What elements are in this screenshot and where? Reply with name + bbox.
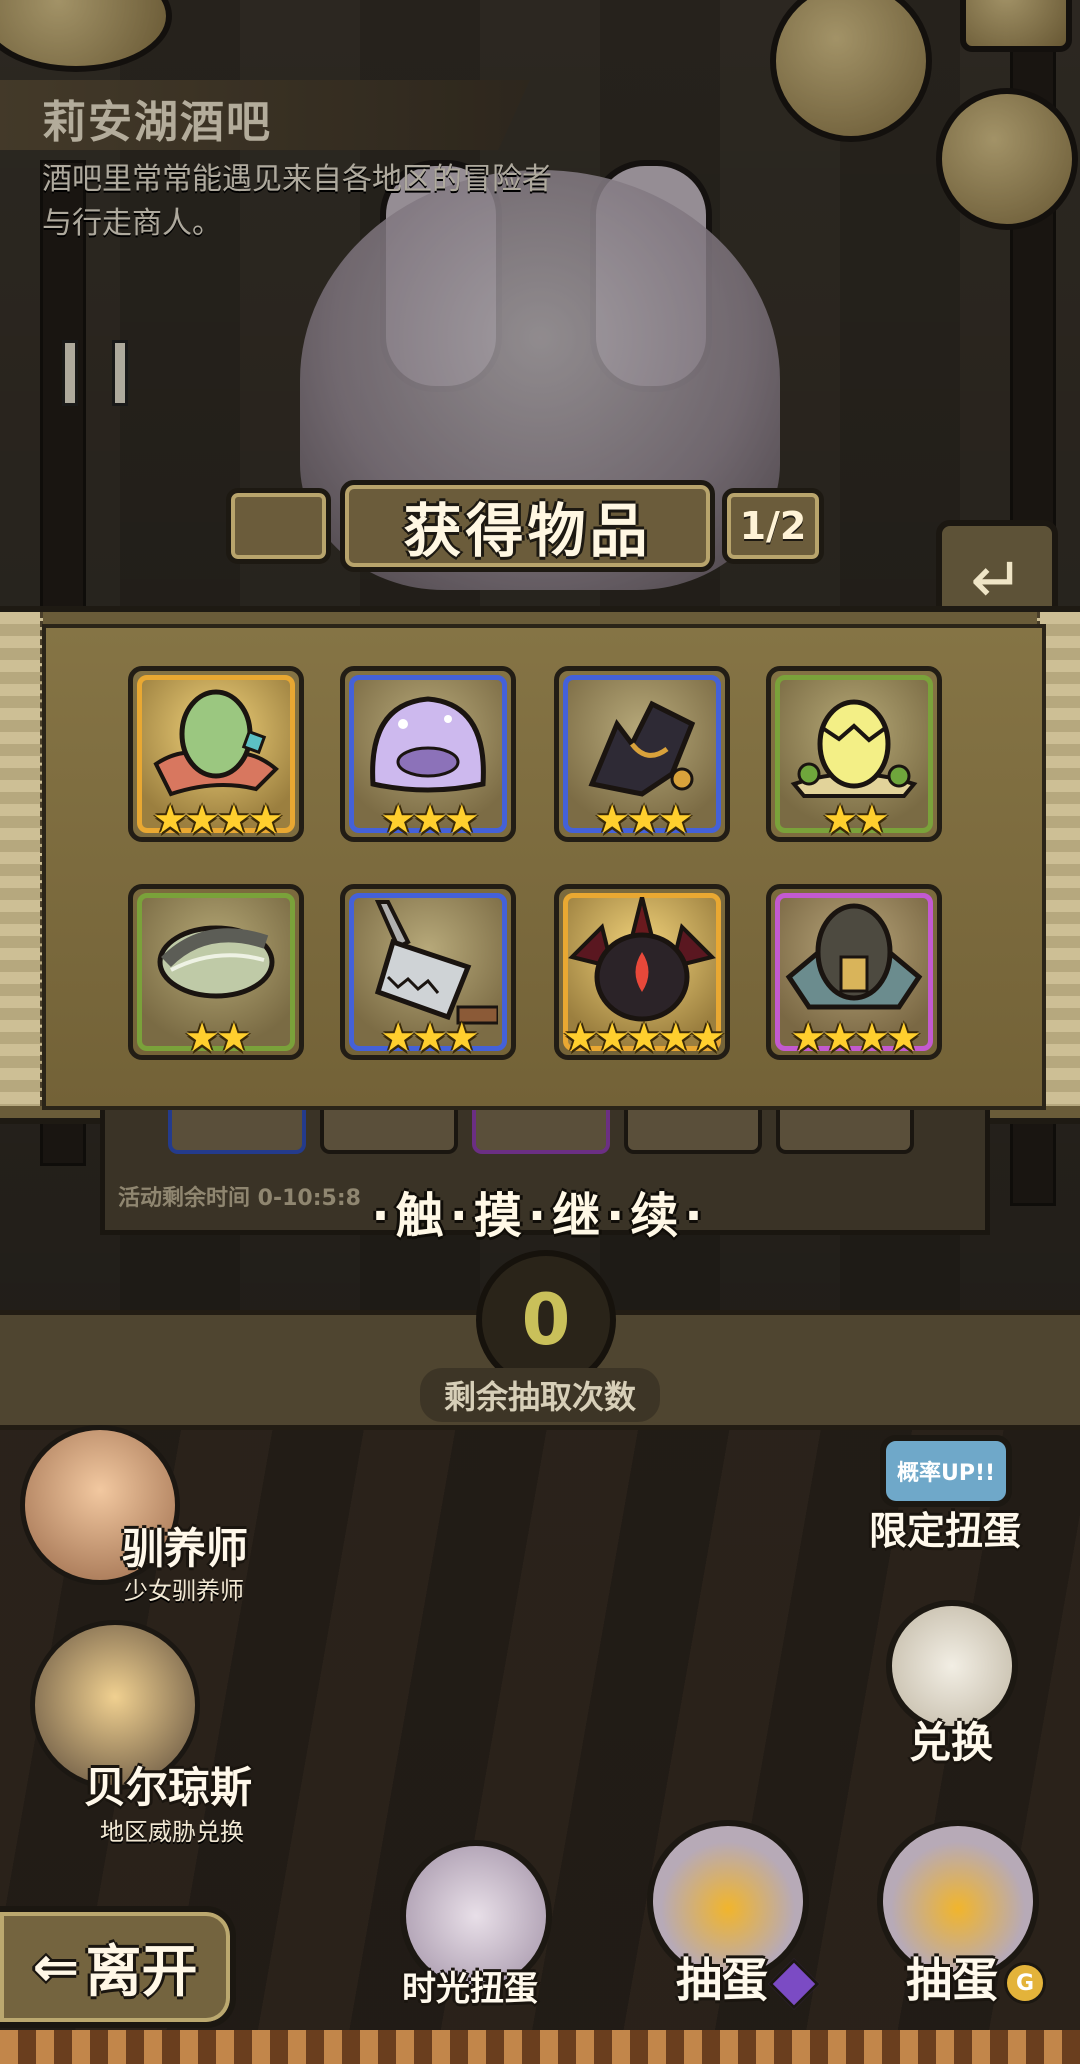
cleaver-icon bbox=[374, 900, 498, 1025]
hatching-egg-icon bbox=[790, 699, 918, 799]
demon-helmet-icon bbox=[568, 897, 716, 1022]
reward-page-indicator: 1/2 bbox=[722, 488, 824, 564]
time-gacha-label: 时光扭蛋 bbox=[402, 1969, 538, 2009]
star-rating: ★★★★ bbox=[790, 1015, 921, 1061]
reward-item-leaf-egg[interactable]: ★★ bbox=[128, 884, 304, 1061]
limited-badge: 概率UP!! bbox=[880, 1435, 1012, 1507]
draw-gold-label: 抽蛋 bbox=[906, 1953, 998, 2007]
pool-cell bbox=[472, 1110, 610, 1154]
panel-left-edge bbox=[0, 612, 43, 1106]
star-rating: ★★★ bbox=[380, 797, 480, 843]
npc-name: 驯养师 bbox=[122, 1524, 249, 1573]
limited-gacha-button[interactable]: 概率UP!! 限定扭蛋 bbox=[840, 1425, 1050, 1555]
leaf-egg-icon bbox=[157, 925, 275, 999]
exchange-label: 兑换 bbox=[908, 1718, 993, 1767]
tap-to-continue[interactable]: ·触·摸·继·续· bbox=[300, 1176, 780, 1246]
draw-gem-button[interactable]: 抽蛋 bbox=[622, 1800, 822, 2010]
star-rating: ★★ bbox=[822, 797, 890, 843]
pool-cell bbox=[624, 1110, 762, 1154]
reward-item-jelly-slime[interactable]: ★★★ bbox=[340, 666, 516, 843]
reward-item-armored-egg[interactable]: ★★★★ bbox=[766, 884, 942, 1061]
reward-item-bat-wing[interactable]: ★★★ bbox=[554, 666, 730, 843]
star-rating: ★★★★★ bbox=[562, 1015, 725, 1061]
pool-cell bbox=[776, 1110, 914, 1154]
jelly-slime-icon bbox=[370, 696, 486, 793]
star-rating: ★★★★ bbox=[152, 797, 283, 843]
npc-name: 贝尔琼斯 bbox=[84, 1763, 253, 1812]
reward-item-demon-helmet[interactable]: ★★★★★ bbox=[554, 884, 730, 1061]
remaining-draws-label: 剩余抽取次数 bbox=[420, 1368, 660, 1422]
draw-gem-label: 抽蛋 bbox=[676, 1953, 768, 2007]
green-egg-icon bbox=[153, 689, 279, 797]
npc-subtitle: 地区威胁兑换 bbox=[100, 1818, 244, 1846]
gem-icon bbox=[768, 1958, 820, 2010]
reward-item-green-egg[interactable]: ★★★★ bbox=[128, 666, 304, 843]
pool-cell bbox=[168, 1110, 306, 1154]
time-gacha-button[interactable]: 时光扭蛋 bbox=[380, 1820, 560, 2010]
npc-bell-jones[interactable]: 贝尔琼斯 地区威胁兑换 bbox=[0, 1620, 260, 1846]
star-rating: ★★★ bbox=[594, 797, 694, 843]
header-left-plate bbox=[226, 488, 331, 564]
reward-item-hatching-egg[interactable]: ★★ bbox=[766, 666, 942, 843]
pool-cell bbox=[320, 1110, 458, 1154]
npc-subtitle: 少女驯养师 bbox=[124, 1577, 244, 1605]
gold-coin-icon: G bbox=[1004, 1962, 1046, 2004]
leave-button[interactable]: ⇐ 离开 bbox=[0, 1906, 236, 2028]
reward-title: 获得物品 bbox=[340, 480, 715, 572]
leave-label: 离开 bbox=[85, 1939, 198, 2005]
npc-tamer[interactable]: 驯养师 少女驯养师 bbox=[0, 1425, 260, 1605]
star-rating: ★★★ bbox=[380, 1015, 480, 1061]
star-rating: ★★ bbox=[184, 1015, 252, 1061]
bottom-trim bbox=[0, 2030, 1080, 2064]
limited-gacha-label: 限定扭蛋 bbox=[868, 1509, 1021, 1553]
exchange-button[interactable]: 兑换 bbox=[856, 1600, 1046, 1770]
arrow-left-icon: ⇐ bbox=[32, 1934, 80, 2000]
armored-egg-icon bbox=[785, 903, 923, 1010]
bat-wing-icon bbox=[588, 700, 696, 797]
reward-item-cleaver[interactable]: ★★★ bbox=[340, 884, 516, 1061]
draw-gold-button[interactable]: 抽蛋 G bbox=[852, 1800, 1052, 2010]
